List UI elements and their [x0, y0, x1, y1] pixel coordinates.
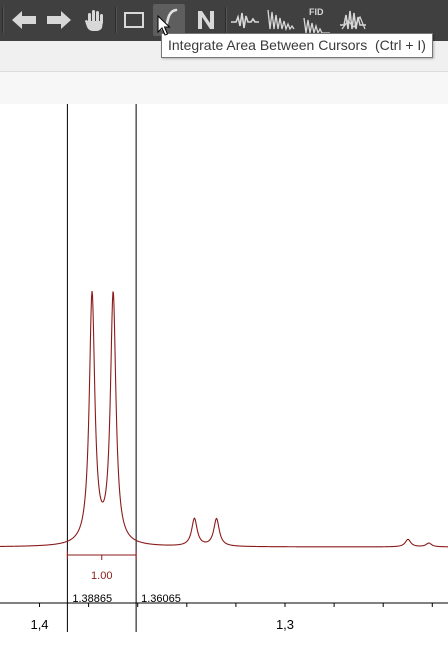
spectrum-header-area	[0, 72, 448, 104]
cursor-right-ppm-label: 1.36065	[141, 593, 181, 605]
arrow-left-icon	[12, 11, 36, 29]
multiplet-icon	[340, 10, 366, 30]
arrow-right-icon	[47, 11, 71, 29]
toolbar-separator	[115, 7, 117, 33]
integral-layer: 1.00	[66, 551, 137, 582]
forward-button[interactable]	[43, 4, 75, 36]
hand-icon	[85, 10, 103, 31]
pan-button[interactable]	[79, 4, 111, 36]
app-window: FID 1.00 1,4 1,3 1.38865 1.36065 Integrat…	[0, 0, 448, 649]
decay-button[interactable]	[265, 4, 297, 36]
rectangle-icon	[124, 12, 144, 28]
n-icon	[198, 11, 214, 29]
fid-icon-label: FID	[309, 7, 324, 17]
integral-value-label: 1.00	[91, 570, 112, 582]
peak-picking-button[interactable]	[229, 4, 261, 36]
toolbar-separator	[2, 7, 4, 33]
zoom-rectangle-button[interactable]	[118, 4, 150, 36]
cursor-layer	[66, 104, 137, 632]
back-button[interactable]	[8, 4, 40, 36]
fid-button[interactable]: FID	[301, 4, 333, 36]
decay-icon	[267, 9, 295, 32]
multiplet-button[interactable]	[337, 4, 369, 36]
integrate-tooltip: Integrate Area Between Cursors (Ctrl + I…	[161, 33, 433, 58]
peaks-icon	[231, 12, 259, 29]
axis-tick-label: 1,3	[276, 617, 294, 632]
toolbar-separator	[225, 7, 227, 33]
mouse-pointer-icon	[157, 15, 171, 36]
fid-icon: FID	[303, 7, 330, 35]
cursor-left-ppm-label: 1.38865	[72, 593, 112, 605]
normalize-button[interactable]	[190, 4, 222, 36]
spectrum-plot[interactable]: 1.00 1,4 1,3 1.38865 1.36065	[0, 104, 448, 649]
axis-tick-label: 1,4	[30, 617, 48, 632]
